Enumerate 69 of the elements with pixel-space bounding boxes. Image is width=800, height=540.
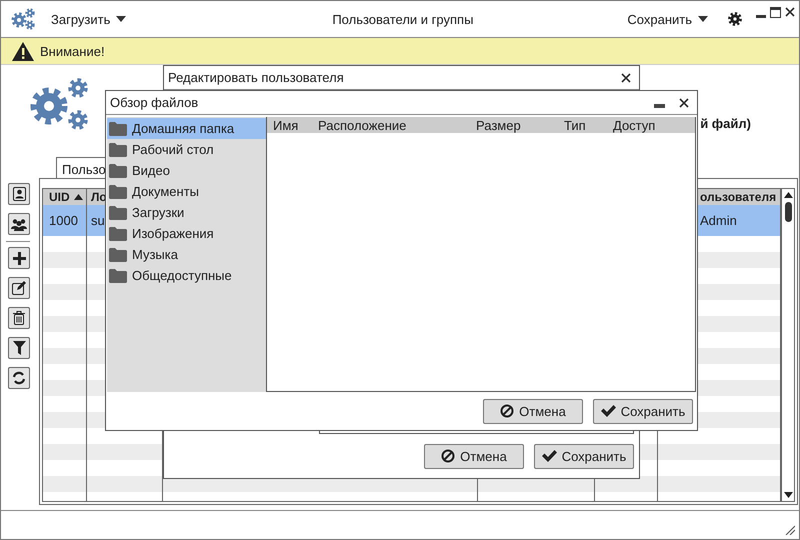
cancel-icon [500, 404, 514, 418]
close-icon[interactable] [621, 72, 631, 82]
dialog-title: Редактировать пользователя [168, 70, 344, 85]
user-card-button[interactable] [8, 183, 30, 205]
folder-item[interactable]: Рабочий стол [107, 139, 266, 160]
close-icon[interactable] [785, 7, 795, 17]
refresh-button[interactable] [8, 367, 30, 389]
caret-icon [116, 16, 126, 22]
maximize-icon[interactable] [770, 7, 781, 18]
group-button[interactable] [8, 213, 30, 235]
folder-item[interactable]: Изображения [107, 223, 266, 244]
edit-icon [12, 281, 26, 295]
close-icon[interactable] [679, 98, 689, 108]
save-menu[interactable]: Сохранить [627, 12, 708, 26]
contact-card-icon [12, 187, 26, 201]
save-button[interactable]: Сохранить [534, 444, 634, 468]
filter-icon [12, 341, 26, 355]
cancel-button[interactable]: Отмена [424, 444, 524, 468]
scroll-thumb[interactable] [784, 202, 792, 222]
edit-button[interactable] [8, 277, 30, 299]
column-header[interactable]: UID [49, 190, 70, 204]
folder-item[interactable]: Домашняя папка [107, 118, 266, 139]
folder-icon [109, 268, 127, 282]
folder-icon [109, 206, 127, 220]
folder-icon [109, 164, 127, 178]
check-icon [600, 405, 616, 417]
table-cell: su [91, 213, 105, 228]
load-menu[interactable]: Загрузить [51, 12, 126, 26]
scroll-up-icon[interactable] [784, 192, 792, 198]
check-icon [542, 450, 557, 462]
column-header[interactable]: Доступ [613, 118, 693, 132]
plus-icon [12, 252, 26, 264]
cancel-button[interactable]: Отмена [483, 398, 583, 424]
filter-button[interactable] [8, 337, 30, 359]
folder-icon [109, 248, 127, 262]
folder-icon [109, 122, 127, 136]
folder-icon [109, 142, 127, 156]
column-header[interactable]: ользователя [700, 190, 776, 204]
folder-item[interactable]: Музыка [107, 244, 266, 265]
folder-item[interactable]: Общедоступные [107, 265, 266, 286]
subtitle-text: й файл) [700, 116, 751, 131]
delete-button[interactable] [8, 307, 30, 329]
settings-icon[interactable] [728, 12, 742, 26]
cancel-icon [441, 449, 456, 463]
save-button[interactable]: Сохранить [593, 398, 693, 424]
column-header[interactable]: Размер [476, 118, 564, 132]
warning-icon [12, 42, 34, 60]
table-cell: Admin [700, 213, 737, 228]
column-header[interactable]: Имя [273, 118, 318, 132]
gears-logo-icon [10, 8, 36, 30]
add-button[interactable] [8, 247, 30, 269]
folder-icon [109, 184, 127, 198]
trash-icon [13, 311, 25, 325]
table-cell: 1000 [49, 213, 78, 228]
minimize-icon[interactable] [654, 104, 665, 108]
scrollbar[interactable] [781, 189, 794, 501]
folder-item[interactable]: Документы [107, 181, 266, 202]
folder-icon [109, 226, 127, 240]
window-title: Пользователи и группы [331, 12, 474, 26]
alert-text: Внимание! [40, 44, 105, 58]
column-header[interactable]: Расположение [318, 118, 476, 132]
refresh-icon [12, 371, 26, 385]
folder-item[interactable]: Загрузки [107, 202, 266, 223]
resize-grip-icon[interactable] [785, 525, 795, 535]
caret-icon [698, 16, 708, 22]
column-header[interactable]: Тип [564, 118, 613, 132]
dialog-title: Обзор файлов [110, 95, 198, 110]
scroll-down-icon[interactable] [784, 492, 792, 498]
group-icon [11, 218, 27, 230]
